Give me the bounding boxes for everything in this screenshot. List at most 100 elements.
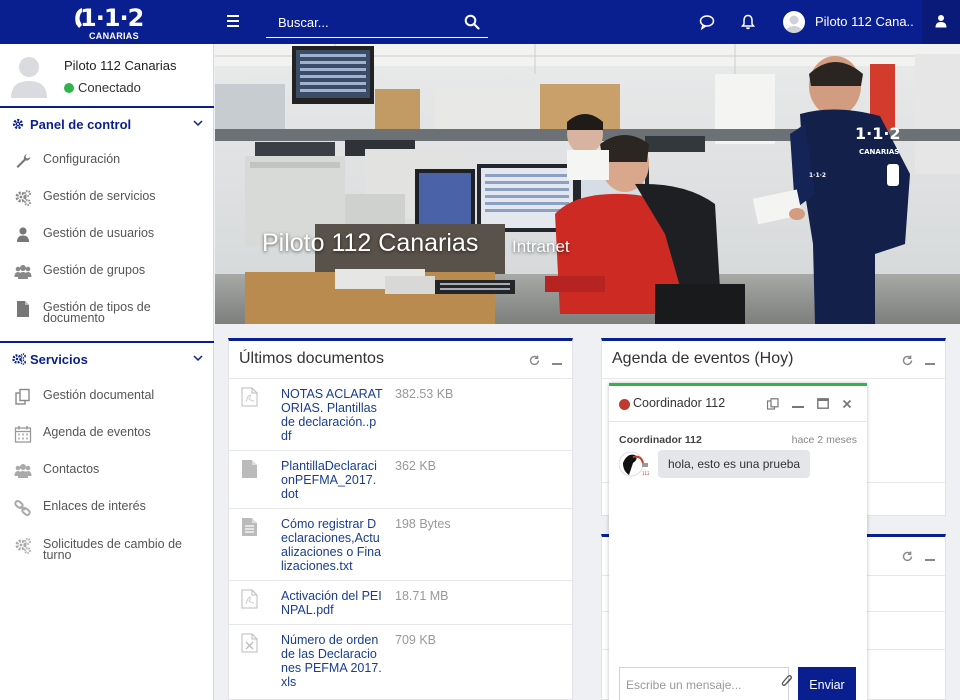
chat-title: Coordinador 112 xyxy=(633,396,726,410)
document-file-icon xyxy=(242,460,257,478)
user-menu-button[interactable] xyxy=(922,0,960,44)
hero-banner: 1·1·2 CANARIAS 1·1·2 Piloto 112 Canarias… xyxy=(215,44,960,324)
message-author: Coordinador 112 xyxy=(619,434,702,446)
document-link[interactable]: Activación del PEINPAL.pdf xyxy=(281,589,383,617)
sidebar-item-gestion-usuarios[interactable]: Gestión de usuarios xyxy=(0,217,214,254)
document-row[interactable]: Activación del PEINPAL.pdf 18.71 MB xyxy=(229,580,572,624)
text-file-icon xyxy=(242,518,257,536)
sidebar-item-label: Agenda de eventos xyxy=(43,425,151,439)
user-avatar[interactable] xyxy=(783,11,805,33)
refresh-icon[interactable] xyxy=(902,353,913,371)
chat-message-input[interactable] xyxy=(619,667,789,700)
message-time: hace 2 meses xyxy=(791,434,857,446)
document-row[interactable]: Cómo registrar Declaraciones,Actualizaci… xyxy=(229,508,572,580)
gears-icon xyxy=(15,538,31,554)
sidebar-item-label: Gestión de tipos de documento xyxy=(43,300,151,325)
sidebar-item-solicitudes-cambio-turno[interactable]: Solicitudes de cambio de turno xyxy=(0,528,214,572)
sidebar-item-label: Configuración xyxy=(43,152,121,166)
contacts-icon xyxy=(14,464,32,478)
send-button[interactable]: Enviar xyxy=(798,667,856,700)
document-size: 198 Bytes xyxy=(395,517,451,531)
section-servicios[interactable]: Servicios xyxy=(0,341,214,375)
chevron-down-icon xyxy=(193,355,203,362)
collapse-icon[interactable] xyxy=(925,549,935,567)
sidebar-item-gestion-servicios[interactable]: Gestión de servicios xyxy=(0,180,214,217)
message-bubble: hola, esto es una prueba xyxy=(658,450,811,478)
profile-card: Piloto 112 Canarias Conectado xyxy=(0,44,214,106)
pdf-file-icon xyxy=(241,387,258,407)
control-room-photo: 1·1·2 CANARIAS 1·1·2 xyxy=(215,44,960,324)
panel-actions xyxy=(894,549,935,567)
agenda-divider xyxy=(602,378,945,379)
section-panel-de-control[interactable]: Panel de control xyxy=(0,106,214,140)
copy-icon xyxy=(15,388,30,405)
sidebar-item-contactos[interactable]: Contactos xyxy=(0,453,214,490)
svg-text:1·1·2: 1·1·2 xyxy=(855,124,901,143)
sidebar-item-label: Gestión de grupos xyxy=(43,263,146,277)
refresh-icon[interactable] xyxy=(902,549,913,567)
document-link[interactable]: Cómo registrar Declaraciones,Actualizaci… xyxy=(281,517,383,573)
document-row[interactable]: PlantillaDeclaracionPEFMA_2017.dot 362 K… xyxy=(229,450,572,508)
document-link[interactable]: NOTAS ACLARATORIAS. Plantillas de declar… xyxy=(281,387,383,443)
logo-number: 1·1·2 xyxy=(80,4,144,32)
document-row[interactable]: NOTAS ACLARATORIAS. Plantillas de declar… xyxy=(229,378,572,450)
gear-icon xyxy=(12,118,24,130)
document-size: 709 KB xyxy=(395,633,437,647)
sidebar-item-agenda-eventos[interactable]: Agenda de eventos xyxy=(0,416,214,453)
search-box xyxy=(266,8,488,38)
chat-bubble-icon[interactable] xyxy=(698,13,716,31)
svg-text:CANARIAS: CANARIAS xyxy=(859,148,899,156)
user-icon xyxy=(17,227,29,242)
paperclip-icon[interactable] xyxy=(781,674,793,688)
section-label: Panel de control xyxy=(30,117,132,132)
sidebar-item-gestion-grupos[interactable]: Gestión de grupos xyxy=(0,254,214,291)
banner-title: Piloto 112 Canarias xyxy=(262,229,479,257)
chat-window: Coordinador 112 Coordinador 112 hace 2 m… xyxy=(609,383,867,700)
panel-actions xyxy=(894,353,935,371)
online-status-dot xyxy=(64,83,74,93)
link-icon xyxy=(14,500,31,516)
profile-name: Piloto 112 Canarias xyxy=(64,58,177,73)
banner-subtitle: Intranet xyxy=(512,237,570,256)
sidebar-item-configuracion[interactable]: Configuración xyxy=(0,143,214,180)
search-icon[interactable] xyxy=(464,14,480,30)
refresh-icon[interactable] xyxy=(529,353,540,371)
close-icon[interactable] xyxy=(842,399,852,409)
sidebar-item-label: Contactos xyxy=(43,462,100,476)
minimize-icon[interactable] xyxy=(792,405,804,409)
maximize-icon[interactable] xyxy=(817,398,829,409)
top-bar: 1·1·2 CANARIAS Piloto 112 Cana... xyxy=(0,0,960,44)
pdf-file-icon xyxy=(241,589,258,609)
sidebar-item-enlaces-interes[interactable]: Enlaces de interés xyxy=(0,490,214,527)
document-icon xyxy=(17,301,29,317)
bell-icon[interactable] xyxy=(739,13,757,31)
document-link[interactable]: PlantillaDeclaracionPEFMA_2017.dot xyxy=(281,459,383,501)
user-name[interactable]: Piloto 112 Cana... xyxy=(815,14,913,29)
collapse-icon[interactable] xyxy=(552,353,562,371)
agenda-panel-title: Agenda de eventos (Hoy) xyxy=(612,350,794,367)
document-size: 382.53 KB xyxy=(395,387,454,401)
profile-status: Conectado xyxy=(64,80,141,95)
document-row[interactable]: Número de orden de las Declaraciones PEF… xyxy=(229,624,572,700)
logo-112-canarias[interactable]: 1·1·2 CANARIAS xyxy=(72,2,144,42)
svg-text:1·1·2: 1·1·2 xyxy=(809,172,826,179)
calendar-icon xyxy=(14,426,32,443)
section-label: Servicios xyxy=(30,352,88,367)
documents-panel: Últimos documentos NOTAS ACLARATORIAS. P… xyxy=(228,338,573,700)
search-input[interactable] xyxy=(266,8,456,36)
excel-file-icon xyxy=(241,633,258,653)
copy-icon[interactable] xyxy=(767,398,779,410)
document-size: 362 KB xyxy=(395,459,437,473)
gears-icon xyxy=(12,353,26,365)
collapse-icon[interactable] xyxy=(925,353,935,371)
sidebar-item-label: Gestión documental xyxy=(43,388,155,402)
logo-subtitle: CANARIAS xyxy=(89,31,139,41)
contact-avatar: 112 xyxy=(619,451,649,477)
sidebar-item-gestion-documental[interactable]: Gestión documental xyxy=(0,379,214,416)
menu-toggle-button[interactable] xyxy=(224,12,242,30)
sidebar: Piloto 112 Canarias Conectado Panel de c… xyxy=(0,44,214,700)
document-link[interactable]: Número de orden de las Declaraciones PEF… xyxy=(281,633,383,689)
profile-status-label: Conectado xyxy=(78,80,141,95)
sidebar-item-gestion-tipos-documento[interactable]: Gestión de tipos de documento xyxy=(0,291,214,335)
chat-header[interactable]: Coordinador 112 xyxy=(609,386,867,422)
